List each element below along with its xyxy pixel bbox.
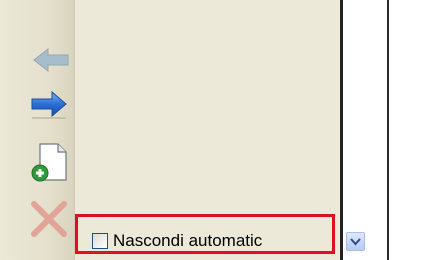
delete-x-icon <box>31 201 67 237</box>
forward-button[interactable] <box>28 84 72 124</box>
autohide-option[interactable]: Nascondi automatic <box>92 228 262 254</box>
right-pane <box>343 0 387 260</box>
autohide-label: Nascondi automatic <box>113 231 263 250</box>
side-toolbar <box>0 0 75 260</box>
dropdown-button[interactable] <box>346 232 365 251</box>
delete-button[interactable] <box>28 198 72 238</box>
background-area <box>389 0 429 260</box>
forward-arrow-icon <box>31 90 67 119</box>
chevron-down-icon <box>350 237 361 245</box>
back-arrow-icon <box>33 47 69 73</box>
new-document-button[interactable] <box>28 140 72 182</box>
back-button[interactable] <box>28 40 72 80</box>
new-document-icon <box>31 143 67 182</box>
autohide-checkbox[interactable] <box>92 233 108 249</box>
